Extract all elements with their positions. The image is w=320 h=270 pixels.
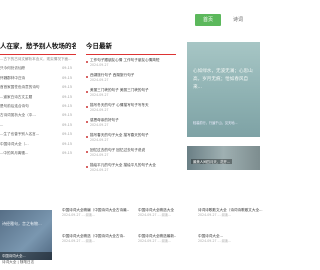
news-item[interactable]: 描写春天的句子大全 描写春天的句子 2024-09-27 xyxy=(86,132,176,146)
list-item[interactable]: ...生了也曾予别人名言... 09-15 xyxy=(0,130,76,139)
news-item[interactable]: 工作句子跟朋友心情 工作句子朋友心情简短 2024-09-27 xyxy=(86,57,176,71)
hero-caption: 轻装前行，行遍千山，见天地... xyxy=(193,121,238,125)
footer-links[interactable]: 诗词大全 | 随笔日志 xyxy=(2,260,34,265)
nav-home-tab[interactable]: 首页 xyxy=(195,14,221,26)
list-item[interactable]: 首首家国苍色诗意的诗句 09-15 xyxy=(0,83,76,92)
list-item[interactable]: 古诗词赏析大全（中... 09-15 xyxy=(0,111,76,120)
bottom-image-caption: 诗经雅句，言之有物... xyxy=(2,221,42,226)
article-card[interactable]: 中国诗词大全精选（中国诗词大全古诗.. 2024-09-27 ... 阅读... xyxy=(62,233,134,244)
left-list: ...古下的古诗文解析本含义，现实情况下面... 只今何处访仙踪 09-15 怀魏… xyxy=(0,55,76,158)
news-item[interactable]: 回忆过去的句子 回忆过去句子说说 2024-09-27 xyxy=(86,147,176,161)
list-item[interactable]: 只今何处访仙踪 09-15 xyxy=(0,64,76,73)
list-item[interactable]: 怀魏郡林中庄诗 09-15 xyxy=(0,74,76,83)
latest-news: 今日最新 工作句子跟朋友心情 工作句子朋友心情简短 2024-09-27 西湖旅行… xyxy=(86,38,176,175)
article-card[interactable]: 诗词诗歌散文大全（诗词诗歌散文大全... 2024-09-27 ... 阅读... xyxy=(198,207,266,218)
bullet-icon xyxy=(86,120,88,123)
bullet-icon xyxy=(86,165,88,168)
news-item[interactable]: 感恩母亲的好句子 2024-09-27 xyxy=(86,117,176,131)
list-item[interactable]: 中国诗词大全（... 09-15 xyxy=(0,140,76,149)
bullet-icon xyxy=(86,150,88,153)
list-item[interactable]: ...古下的古诗文解析本含义，现实情况下面... xyxy=(0,55,76,64)
news-item[interactable]: 美丽三门峡的句子 美丽三门峡的句子 2024-09-27 xyxy=(86,87,176,101)
thumbnail-image[interactable]: 最美人间四月天，花开... xyxy=(187,146,260,170)
bullet-icon xyxy=(86,90,88,93)
hero-text: 心如绿水，无波无澜；心思山高，岁月无痕；恰如春风自来... xyxy=(193,69,253,90)
list-item[interactable]: ... 09-15 xyxy=(0,121,76,130)
left-column: 人在家，愁予别人牧场的名... ...古下的古诗文解析本含义，现实情况下面...… xyxy=(0,38,76,158)
bottom-section: 诗经雅句，言之有物... 中国诗词大全... 中国诗词大全精编（中国诗词大全古诗… xyxy=(0,207,266,270)
hero-image[interactable]: 心如绿水，无波无澜；心思山高，岁月无痕；恰如春风自来... 轻装前行，行遍千山，… xyxy=(187,42,260,137)
bottom-image-label: 中国诗词大全... xyxy=(0,252,52,260)
thumbnail-label: 最美人间四月天，花开... xyxy=(191,159,233,164)
bottom-image[interactable]: 诗经雅句，言之有物... 中国诗词大全... xyxy=(0,210,52,260)
bullet-icon xyxy=(86,135,88,138)
bullet-icon xyxy=(86,75,88,78)
news-item[interactable]: 描绘平凡的句子大全 描绘平凡的句子大全 2024-09-27 xyxy=(86,162,176,176)
article-card[interactable]: 中国诗词大全精编（中国诗词大全古诗最.. 2024-09-27 ... 阅读... xyxy=(62,207,134,218)
bullet-icon xyxy=(86,60,88,63)
bullet-icon xyxy=(86,105,88,108)
article-card[interactable]: 中国诗词大全... 2024-09-27 ... 阅读... xyxy=(198,233,266,244)
news-item[interactable]: 西湖旅行句子 西湖旅行句子 2024-09-27 xyxy=(86,72,176,86)
list-item[interactable]: ...中的风月离骚... 09-15 xyxy=(0,149,76,158)
list-item[interactable]: ...道家白诗古文主题 09-15 xyxy=(0,93,76,102)
list-item[interactable]: 是句前后连合诗句 09-15 xyxy=(0,102,76,111)
news-item[interactable]: 描写冬天的句子 心情描写句子写冬天 2024-09-27 xyxy=(86,102,176,116)
left-heading[interactable]: 人在家，愁予别人牧场的名... xyxy=(0,38,76,55)
latest-heading: 今日最新 xyxy=(86,38,176,55)
nav-poem-tab[interactable]: 诗词 xyxy=(226,14,250,26)
top-nav: 首页 诗词 xyxy=(0,0,266,32)
